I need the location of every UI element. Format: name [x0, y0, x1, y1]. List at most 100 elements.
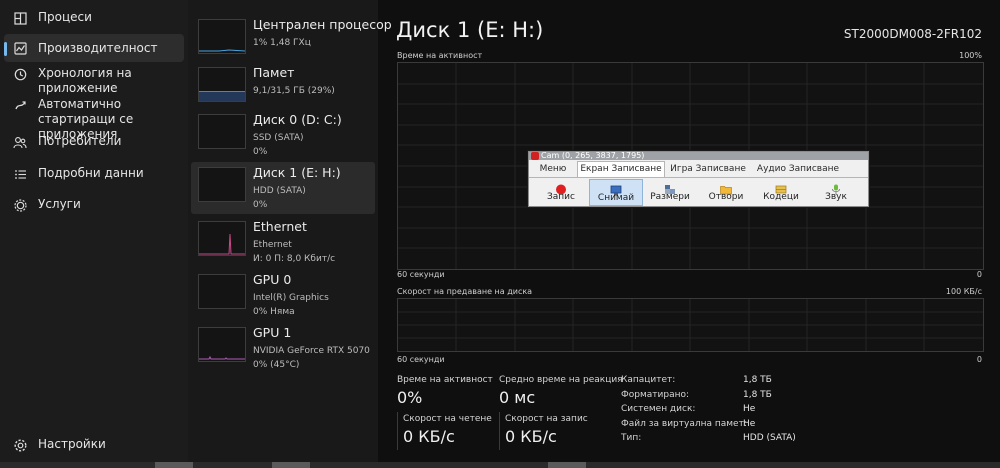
read-speed-label: Скорост на четене — [403, 414, 492, 424]
camstudio-window[interactable]: Cam (0, 265, 3837, 1795) Меню Екран Запи… — [528, 151, 869, 207]
device-detail: 9,1/31,5 ГБ (29%) — [253, 86, 335, 96]
taskbar-button[interactable] — [548, 462, 586, 468]
settings-icon — [12, 437, 28, 453]
disk-detail-panel: Диск 1 (E: H:) ST2000DM008-2FR102 Време … — [378, 0, 1000, 462]
formatted-value: 1,8 ТБ — [743, 390, 772, 400]
system-disk-label: Системен диск: — [621, 404, 696, 414]
nav-label: Процеси — [38, 10, 92, 24]
services-icon — [12, 197, 28, 213]
camstudio-titlebar[interactable]: Cam (0, 265, 3837, 1795) — [529, 152, 868, 160]
device-usage: 0% (45°C) — [253, 360, 300, 370]
disk-model: ST2000DM008-2FR102 — [843, 27, 982, 41]
graph1-min: 0 — [976, 270, 982, 279]
taskbar-button[interactable] — [272, 462, 310, 468]
nav-item-services[interactable]: Услуги — [4, 197, 184, 215]
transfer-rate-grid — [398, 299, 983, 351]
graph2-max: 100 КБ/с — [945, 287, 982, 296]
device-cpu[interactable]: Централен процесор 1% 1,48 ГХц — [191, 14, 392, 66]
dimensions-button[interactable]: Размери — [644, 179, 696, 204]
navigation-pane: Процеси Производителност Хронология на п… — [0, 0, 188, 468]
nav-label: Настройки — [38, 437, 106, 451]
taskbar — [0, 462, 1000, 468]
nav-label: Производителност — [38, 40, 158, 55]
memory-thumbnail-graph — [198, 67, 246, 102]
history-icon — [12, 66, 28, 82]
tab-audio-recording[interactable]: Аудио Записване — [753, 162, 843, 177]
nav-item-processes[interactable]: Процеси — [4, 10, 184, 28]
type-label: Тип: — [621, 433, 642, 443]
gpu1-thumbnail-graph — [198, 327, 246, 362]
device-disk-1[interactable]: Диск 1 (E: H:) HDD (SATA) 0% — [191, 162, 375, 214]
disk1-thumbnail-graph — [198, 167, 246, 202]
device-name: Памет — [253, 65, 295, 80]
record-icon — [555, 180, 567, 195]
device-name: Диск 0 (D: C:) — [253, 112, 342, 127]
device-throughput: И: 0 П: 8,0 Кбит/с — [253, 254, 336, 264]
nav-label: Хронология на приложение — [38, 66, 132, 95]
write-speed-label: Скорост на запис — [505, 414, 588, 424]
ethernet-thumbnail-graph — [198, 221, 246, 256]
device-gpu-1[interactable]: GPU 1 NVIDIA GeForce RTX 5070 0% (45°C) — [191, 322, 375, 374]
nav-item-users[interactable]: Потребители — [4, 134, 184, 152]
device-memory[interactable]: Памет 9,1/31,5 ГБ (29%) — [191, 62, 375, 114]
screenshot-icon — [610, 181, 622, 196]
performance-icon — [12, 40, 28, 56]
device-type: HDD (SATA) — [253, 186, 306, 196]
device-gpu-0[interactable]: GPU 0 Intel(R) Graphics 0% Няма — [191, 269, 375, 321]
tab-game-recording[interactable]: Игра Записване — [665, 162, 751, 177]
formatted-label: Форматирано: — [621, 390, 690, 400]
graph2-label: Скорост на предаване на диска — [397, 287, 533, 296]
active-time-value: 0% — [397, 388, 423, 407]
users-icon — [12, 134, 28, 150]
page-file-value: Не — [743, 419, 756, 429]
nav-item-app-history[interactable]: Хронология на приложение — [4, 66, 184, 96]
microphone-icon — [830, 180, 842, 195]
response-time-label: Средно време на реакция — [499, 375, 623, 385]
nav-item-startup-apps[interactable]: Автоматично стартиращи се приложения — [4, 97, 184, 141]
gpu0-thumbnail-graph — [198, 274, 246, 309]
device-detail: SSD (SATA) 0% — [253, 131, 304, 159]
device-detail: Intel(R) Graphics 0% Няма — [253, 291, 329, 319]
device-detail: 1% 1,48 ГХц — [253, 38, 311, 48]
open-label: Отвори — [708, 192, 744, 202]
device-model: Intel(R) Graphics — [253, 293, 329, 303]
device-detail: NVIDIA GeForce RTX 5070 0% (45°C) — [253, 344, 370, 372]
screenshot-label: Снимай — [597, 193, 635, 203]
graph1-max: 100% — [959, 51, 982, 60]
page-title: Диск 1 (E: H:) — [396, 18, 544, 42]
camstudio-title: Cam (0, 265, 3837, 1795) — [541, 152, 645, 160]
page-file-label: Файл за виртуална памет: — [621, 419, 747, 429]
device-name: Диск 1 (E: H:) — [253, 165, 341, 180]
disk0-thumbnail-graph — [198, 114, 246, 149]
tab-screen-recording[interactable]: Екран Записване — [577, 161, 665, 177]
record-button[interactable]: Запис — [535, 179, 587, 204]
read-speed-divider — [397, 412, 398, 450]
open-button[interactable]: Отвори — [700, 179, 752, 204]
device-ethernet[interactable]: Ethernet Ethernet И: 0 П: 8,0 Кбит/с — [191, 216, 375, 268]
sound-label: Звук — [825, 192, 847, 202]
screenshot-button[interactable]: Снимай — [589, 179, 643, 206]
device-model: NVIDIA GeForce RTX 5070 — [253, 346, 370, 356]
sound-button[interactable]: Звук — [810, 179, 862, 204]
write-speed-value: 0 КБ/с — [505, 427, 557, 446]
tab-menu[interactable]: Меню — [531, 162, 575, 177]
taskbar-button[interactable] — [155, 462, 193, 468]
graph1-label: Време на активност — [397, 51, 483, 60]
codecs-button[interactable]: Кодеци — [755, 179, 807, 204]
codecs-label: Кодеци — [763, 192, 799, 202]
nav-label: Услуги — [38, 197, 81, 211]
nav-item-performance[interactable]: Производителност — [4, 34, 184, 62]
nav-item-details[interactable]: Подробни данни — [4, 166, 184, 184]
device-name: GPU 0 — [253, 272, 292, 287]
camstudio-tab-bar: Меню Екран Записване Игра Записване Ауди… — [529, 161, 868, 178]
codecs-icon — [775, 180, 787, 194]
cpu-thumbnail-graph — [198, 19, 246, 54]
nav-item-settings[interactable]: Настройки — [4, 437, 184, 455]
type-value: HDD (SATA) — [743, 433, 796, 443]
write-speed-divider — [499, 412, 500, 450]
device-usage: 0% — [253, 200, 268, 210]
capacity-label: Капацитет: — [621, 375, 676, 385]
camstudio-logo-icon — [531, 152, 539, 160]
device-disk-0[interactable]: Диск 0 (D: C:) SSD (SATA) 0% — [191, 109, 375, 161]
response-time-value: 0 мс — [499, 388, 536, 407]
